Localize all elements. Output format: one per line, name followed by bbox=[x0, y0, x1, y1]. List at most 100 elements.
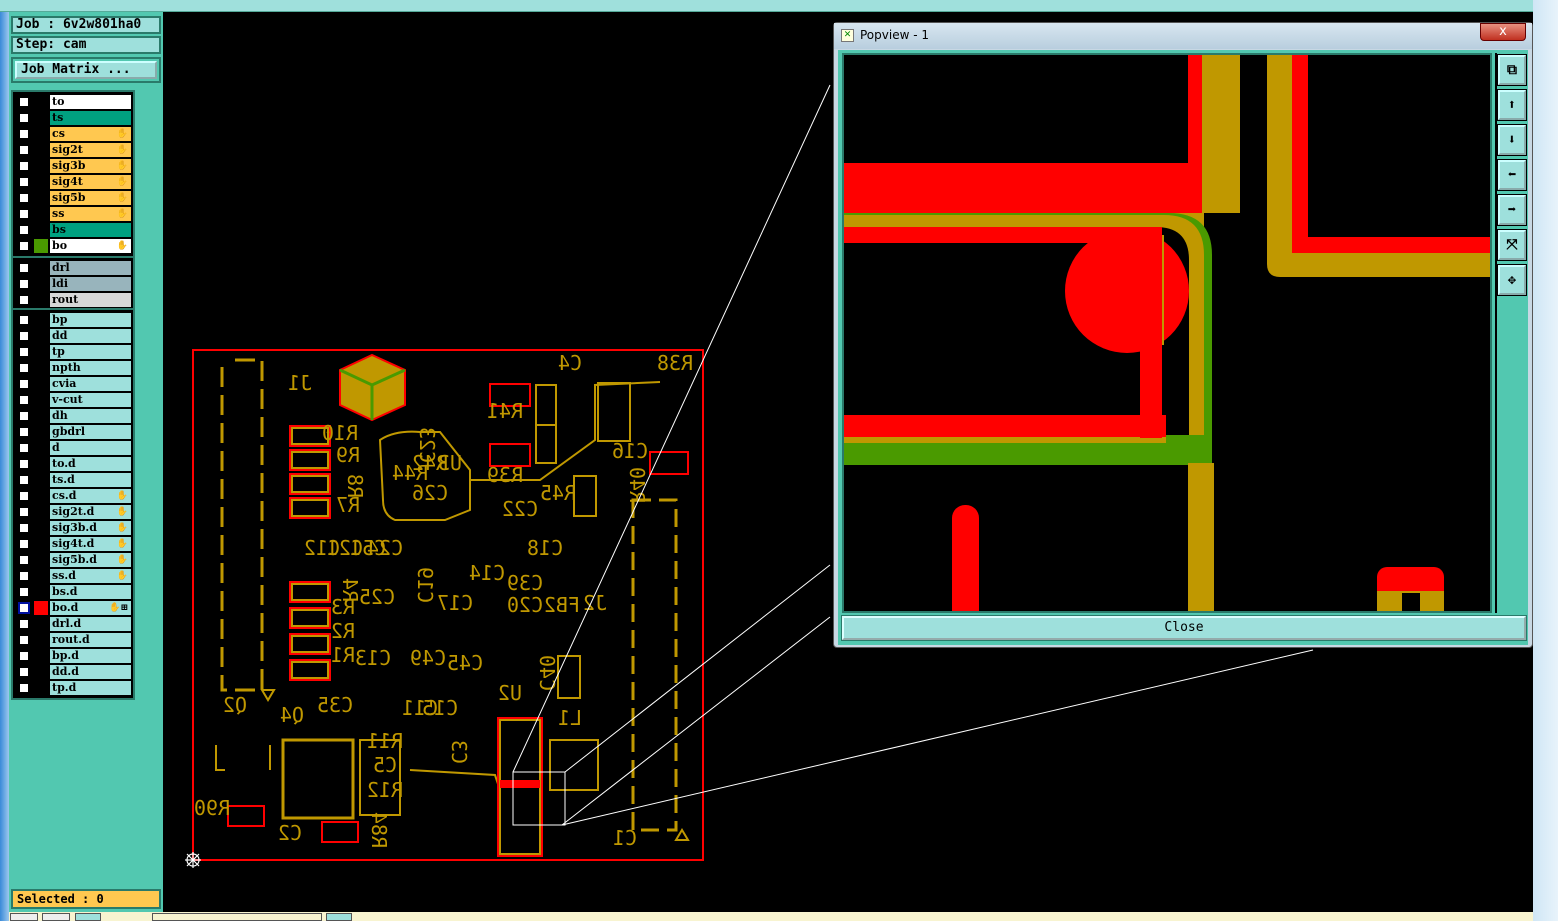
layer-checkbox[interactable] bbox=[18, 314, 30, 326]
layer-row-v-cut[interactable]: v-cut bbox=[14, 392, 132, 408]
layer-name[interactable]: dh bbox=[50, 409, 131, 423]
layer-name[interactable]: cs.d ✋ bbox=[50, 489, 131, 503]
layer-color-swatch[interactable] bbox=[34, 345, 48, 359]
layer-row-ss[interactable]: ss ✋ bbox=[14, 206, 132, 222]
layer-checkbox[interactable] bbox=[18, 362, 30, 374]
layer-name[interactable]: bp bbox=[50, 313, 131, 327]
layer-checkbox[interactable] bbox=[18, 160, 30, 172]
layer-row-sig5b[interactable]: sig5b ✋ bbox=[14, 190, 132, 206]
layer-row-to.d[interactable]: to.d bbox=[14, 456, 132, 472]
popview-titlebar[interactable]: ✕ Popview - 1 x bbox=[834, 23, 1532, 49]
layer-color-swatch[interactable] bbox=[34, 601, 48, 615]
layer-color-swatch[interactable] bbox=[34, 633, 48, 647]
layer-name[interactable]: drl bbox=[50, 261, 131, 275]
layer-color-swatch[interactable] bbox=[34, 457, 48, 471]
layer-checkbox[interactable] bbox=[18, 330, 30, 342]
layer-name[interactable]: ts bbox=[50, 111, 131, 125]
window-close-button[interactable]: x bbox=[1480, 23, 1526, 41]
zoom-in-button[interactable]: ⤧ bbox=[1497, 229, 1527, 261]
layer-color-swatch[interactable] bbox=[34, 261, 48, 275]
layer-color-swatch[interactable] bbox=[34, 569, 48, 583]
layer-checkbox[interactable] bbox=[18, 176, 30, 188]
layer-row-cvia[interactable]: cvia bbox=[14, 376, 132, 392]
layer-color-swatch[interactable] bbox=[34, 223, 48, 237]
layer-color-swatch[interactable] bbox=[34, 143, 48, 157]
layer-name[interactable]: rout bbox=[50, 293, 131, 307]
layer-color-swatch[interactable] bbox=[34, 329, 48, 343]
layer-name[interactable]: drl.d bbox=[50, 617, 131, 631]
layer-row-to[interactable]: to bbox=[14, 94, 132, 110]
layer-row-bp[interactable]: bp bbox=[14, 312, 132, 328]
close-button[interactable]: Close bbox=[841, 615, 1527, 641]
layer-row-sig4t[interactable]: sig4t ✋ bbox=[14, 174, 132, 190]
layer-name[interactable]: cs ✋ bbox=[50, 127, 131, 141]
pan-down-button[interactable]: ⬇ bbox=[1497, 124, 1527, 156]
layer-checkbox[interactable] bbox=[18, 506, 30, 518]
layer-color-swatch[interactable] bbox=[34, 377, 48, 391]
layer-checkbox[interactable] bbox=[18, 262, 30, 274]
zoom-window-button[interactable]: ⧉ bbox=[1497, 54, 1527, 86]
layer-color-swatch[interactable] bbox=[34, 441, 48, 455]
layer-row-sig2t[interactable]: sig2t ✋ bbox=[14, 142, 132, 158]
pan-right-button[interactable]: ➡ bbox=[1497, 194, 1527, 226]
layer-color-swatch[interactable] bbox=[34, 159, 48, 173]
layer-name[interactable]: bp.d bbox=[50, 649, 131, 663]
layer-name[interactable]: ts.d bbox=[50, 473, 131, 487]
layer-checkbox[interactable] bbox=[18, 240, 30, 252]
layer-row-rout[interactable]: rout bbox=[14, 292, 132, 308]
layer-checkbox[interactable] bbox=[18, 634, 30, 646]
bottom-button-2[interactable] bbox=[42, 913, 70, 921]
layer-row-dh[interactable]: dh bbox=[14, 408, 132, 424]
layer-row-gbdrl[interactable]: gbdrl bbox=[14, 424, 132, 440]
layer-name[interactable]: rout.d bbox=[50, 633, 131, 647]
layer-checkbox[interactable] bbox=[18, 474, 30, 486]
layer-name[interactable]: dd bbox=[50, 329, 131, 343]
layer-row-sig5b.d[interactable]: sig5b.d ✋ bbox=[14, 552, 132, 568]
layer-color-swatch[interactable] bbox=[34, 409, 48, 423]
layer-checkbox[interactable] bbox=[18, 570, 30, 582]
layer-name[interactable]: sig2t.d ✋ bbox=[50, 505, 131, 519]
layer-checkbox[interactable] bbox=[18, 602, 30, 614]
layer-name[interactable]: bs bbox=[50, 223, 131, 237]
layer-row-sig2t.d[interactable]: sig2t.d ✋ bbox=[14, 504, 132, 520]
layer-row-ts.d[interactable]: ts.d bbox=[14, 472, 132, 488]
layer-row-d[interactable]: d bbox=[14, 440, 132, 456]
layer-row-tp[interactable]: tp bbox=[14, 344, 132, 360]
layer-checkbox[interactable] bbox=[18, 96, 30, 108]
layer-row-bo.d[interactable]: bo.d ✋⊞ bbox=[14, 600, 132, 616]
layer-color-swatch[interactable] bbox=[34, 665, 48, 679]
layer-color-swatch[interactable] bbox=[34, 361, 48, 375]
layer-color-swatch[interactable] bbox=[34, 95, 48, 109]
layer-color-swatch[interactable] bbox=[34, 553, 48, 567]
layer-name[interactable]: ss ✋ bbox=[50, 207, 131, 221]
layer-color-swatch[interactable] bbox=[34, 175, 48, 189]
layer-checkbox[interactable] bbox=[18, 112, 30, 124]
layer-checkbox[interactable] bbox=[18, 442, 30, 454]
layer-row-ss.d[interactable]: ss.d ✋ bbox=[14, 568, 132, 584]
layer-row-rout.d[interactable]: rout.d bbox=[14, 632, 132, 648]
zoom-out-button[interactable]: ✥ bbox=[1497, 264, 1527, 296]
layer-checkbox[interactable] bbox=[18, 128, 30, 140]
popview-viewport[interactable] bbox=[842, 53, 1492, 625]
layer-color-swatch[interactable] bbox=[34, 617, 48, 631]
layer-color-swatch[interactable] bbox=[34, 473, 48, 487]
layer-row-drl.d[interactable]: drl.d bbox=[14, 616, 132, 632]
layer-name[interactable]: sig4t ✋ bbox=[50, 175, 131, 189]
layer-color-swatch[interactable] bbox=[34, 521, 48, 535]
layer-row-sig3b.d[interactable]: sig3b.d ✋ bbox=[14, 520, 132, 536]
layer-checkbox[interactable] bbox=[18, 458, 30, 470]
layer-color-swatch[interactable] bbox=[34, 239, 48, 253]
layer-row-ldi[interactable]: ldi bbox=[14, 276, 132, 292]
layer-name[interactable]: v-cut bbox=[50, 393, 131, 407]
layer-name[interactable]: sig5b.d ✋ bbox=[50, 553, 131, 567]
layer-color-swatch[interactable] bbox=[34, 127, 48, 141]
layer-color-swatch[interactable] bbox=[34, 393, 48, 407]
layer-row-bs[interactable]: bs bbox=[14, 222, 132, 238]
layer-checkbox[interactable] bbox=[18, 666, 30, 678]
layer-checkbox[interactable] bbox=[18, 618, 30, 630]
layer-row-cs.d[interactable]: cs.d ✋ bbox=[14, 488, 132, 504]
layer-color-swatch[interactable] bbox=[34, 207, 48, 221]
layer-row-cs[interactable]: cs ✋ bbox=[14, 126, 132, 142]
layer-name[interactable]: d bbox=[50, 441, 131, 455]
layer-row-bs.d[interactable]: bs.d bbox=[14, 584, 132, 600]
